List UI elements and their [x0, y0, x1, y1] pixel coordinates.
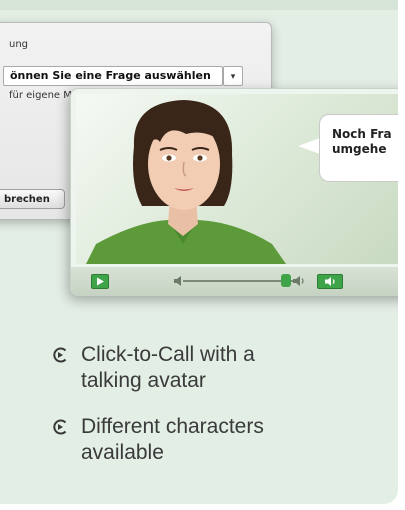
question-select[interactable]: önnen Sie eine Frage auswählen	[3, 66, 223, 86]
question-select-value: önnen Sie eine Frage auswählen	[10, 69, 211, 82]
play-icon	[97, 277, 104, 286]
volume-slider-knob[interactable]	[281, 274, 291, 287]
speech-bubble: Noch Fra umgehe	[319, 114, 398, 182]
feature-text: Click-to-Call with a talking avatar	[81, 343, 255, 392]
feature-item-characters: Different characters available	[52, 414, 372, 466]
feature-text: Different characters available	[81, 415, 264, 464]
speech-bubble-tail	[298, 138, 320, 154]
cancel-button[interactable]: brechen	[0, 189, 65, 209]
volume-low-icon	[174, 276, 181, 286]
volume-button[interactable]	[317, 274, 343, 289]
feature-list: Click-to-Call with a talking avatar Diff…	[52, 342, 372, 486]
volume-high-icon	[293, 276, 304, 286]
player-control-bar	[71, 267, 398, 295]
avatar-figure	[86, 100, 286, 264]
feature-item-click-to-call: Click-to-Call with a talking avatar	[52, 342, 372, 394]
speaker-icon	[325, 277, 335, 286]
select-dropdown-button[interactable]: ▾	[223, 66, 243, 86]
play-button[interactable]	[91, 274, 109, 289]
arrow-circle-icon	[53, 347, 67, 363]
form-label: ung	[9, 39, 29, 50]
avatar-video-window: Noch Fra umgehe	[70, 88, 398, 296]
feature-card: ung önnen Sie eine Frage auswählen ▾ für…	[0, 0, 398, 504]
card-top-strip	[0, 0, 398, 10]
arrow-circle-icon	[53, 419, 67, 435]
avatar-stage: Noch Fra umgehe	[76, 94, 398, 264]
volume-slider-track[interactable]	[183, 280, 293, 282]
